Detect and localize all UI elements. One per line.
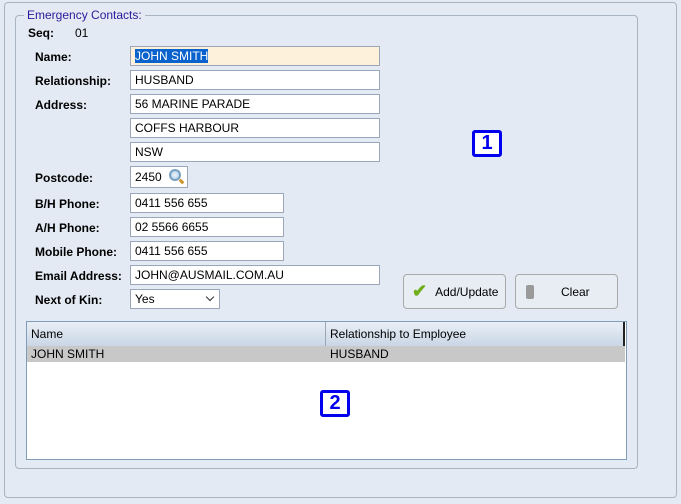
bh-phone-label: B/H Phone:: [35, 197, 100, 211]
callout-marker-2: 2: [320, 390, 350, 417]
group-title: Emergency Contacts:: [24, 8, 145, 22]
address-label: Address:: [35, 98, 88, 112]
ah-phone-input[interactable]: 02 5566 6655: [130, 217, 284, 237]
cell-name: JOHN SMITH: [31, 347, 105, 361]
seq-value: 01: [75, 26, 89, 40]
relationship-input[interactable]: HUSBAND: [130, 70, 380, 90]
checkmark-icon: ✔: [412, 281, 428, 301]
clear-label: Clear: [561, 284, 590, 299]
next-of-kin-select[interactable]: Yes: [130, 289, 220, 309]
add-update-label: Add/Update: [435, 284, 499, 299]
table-row[interactable]: JOHN SMITH HUSBAND: [27, 346, 625, 362]
name-input[interactable]: JOHN SMITH: [130, 46, 380, 66]
callout-marker-1: 1: [472, 130, 502, 157]
email-input[interactable]: JOHN@AUSMAIL.COM.AU: [130, 265, 380, 285]
chevron-down-icon: [205, 292, 215, 302]
calculator-icon: [526, 284, 534, 299]
postcode-value: 2450: [135, 170, 162, 184]
cell-relationship: HUSBAND: [330, 347, 389, 361]
address-line3-input[interactable]: NSW: [130, 142, 380, 162]
column-header-relationship[interactable]: Relationship to Employee: [326, 322, 625, 346]
postcode-input[interactable]: 2450: [130, 166, 188, 188]
postcode-label: Postcode:: [35, 171, 94, 185]
bh-phone-input[interactable]: 0411 556 655: [130, 193, 284, 213]
next-of-kin-label: Next of Kin:: [35, 293, 103, 307]
mobile-phone-label: Mobile Phone:: [35, 245, 117, 259]
seq-label: Seq:: [28, 26, 55, 40]
mobile-phone-input[interactable]: 0411 556 655: [130, 241, 284, 261]
email-label: Email Address:: [35, 269, 122, 283]
magnifier-handle: [178, 178, 185, 185]
name-label: Name:: [35, 50, 72, 64]
address-line2-input[interactable]: COFFS HARBOUR: [130, 118, 380, 138]
address-line1-input[interactable]: 56 MARINE PARADE: [130, 94, 380, 114]
relationship-label: Relationship:: [35, 74, 112, 88]
name-value: JOHN SMITH: [135, 49, 209, 63]
ah-phone-label: A/H Phone:: [35, 221, 100, 235]
add-update-button[interactable]: ✔ Add/Update: [403, 274, 506, 309]
column-header-name[interactable]: Name: [27, 322, 326, 346]
next-of-kin-value: Yes: [135, 292, 155, 306]
clear-button[interactable]: Clear: [515, 274, 618, 309]
